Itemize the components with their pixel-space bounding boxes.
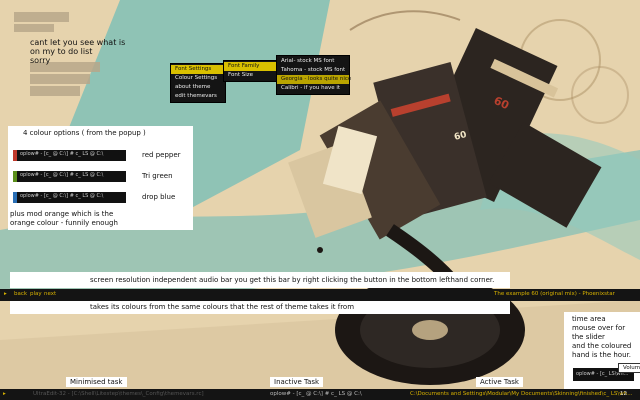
colour-option-label: red pepper — [142, 151, 181, 159]
menu-item-font-size[interactable]: Font Size — [224, 71, 276, 80]
menu-item-edit-themevars[interactable]: edit themevars — [171, 92, 225, 101]
audio-desc-text: screen resolution independent audio bar … — [90, 276, 495, 284]
volume-tooltip: Volume — [618, 363, 640, 373]
menu-item-about-theme[interactable]: about theme — [171, 83, 225, 92]
note-line: sorry — [30, 56, 51, 65]
media-indicator: ▸ — [4, 291, 7, 297]
task-minimised[interactable]: UltraEdit-32 - [C:\Shell\Litestep\themes… — [33, 391, 204, 397]
accent-swatch — [13, 171, 17, 182]
time-note-line: time area — [572, 315, 606, 323]
todo-note: cant let you see what is on my to do lis… — [30, 38, 125, 65]
bar-text: oplow# - [c_ @ C:\] # c_ LS @ C:\ — [20, 193, 104, 199]
blurred-block — [14, 24, 54, 32]
colour-bar-blue: oplow# - [c_ @ C:\] # c_ LS @ C:\ — [13, 192, 126, 203]
task-inactive[interactable]: oplow# - [c_ @ C:\] # c_ LS @ C:\ — [270, 391, 362, 397]
menu-item-georgia[interactable]: Georgia - looks quite nice — [277, 75, 351, 84]
note-line: cant let you see what is — [30, 38, 126, 47]
colour-option-label: drop blue — [142, 193, 176, 201]
colour-bar-green: oplow# - [c_ @ C:\] # c_ LS @ C:\ — [13, 171, 126, 182]
accent-swatch — [13, 192, 17, 203]
accent-swatch — [13, 150, 17, 161]
start-indicator[interactable]: ▸ — [3, 391, 6, 397]
play-button[interactable]: play — [30, 291, 42, 297]
audio-desc-text: takes its colours from the same colours … — [90, 303, 355, 311]
blurred-block — [14, 12, 69, 22]
blurred-block — [30, 86, 80, 96]
clock[interactable]: 12 — [620, 391, 627, 397]
menu-item-colour-settings[interactable]: Colour Settings — [171, 74, 225, 83]
menu-item-tahoma[interactable]: Tahoma - stock MS font — [277, 66, 349, 75]
bar-text: oplow# - [c_ @ C:\] # c_ LS @ C:\ — [20, 172, 104, 178]
colour-panel-footer: orange colour - funnily enough — [10, 219, 118, 227]
note-line: on my to do list — [30, 47, 93, 56]
audio-media-bar: ▸ back play next The example 60 (origina… — [0, 289, 640, 301]
next-button[interactable]: next — [44, 291, 56, 297]
audio-desc-bottom: takes its colours from the same colours … — [10, 301, 510, 314]
task-active[interactable]: C:\Documents and Settings\Modular\My Doc… — [410, 391, 632, 397]
colour-option-label: Tri green — [142, 172, 173, 180]
bar-text: oplow# - [c_ @ C:\] # c_ LS @ C:\ — [20, 151, 104, 157]
menu-item-calibri[interactable]: Calibri - if you have it — [277, 84, 349, 93]
taskbar: ▸ UltraEdit-32 - [C:\Shell\Litestep\them… — [0, 389, 640, 400]
context-menu-main: Font Settings Colour Settings about them… — [170, 63, 226, 103]
callout-inactive-task: Inactive Task — [270, 377, 324, 387]
track-title: The example 60 (original mix) - Phoenixs… — [494, 291, 615, 297]
time-note-line: hand is the hour. — [572, 351, 631, 359]
callout-minimised-task: Minimised task — [66, 377, 127, 387]
menu-item-arial[interactable]: Arial- stock MS font — [277, 57, 349, 66]
context-menu-family: Arial- stock MS font Tahoma - stock MS f… — [276, 55, 351, 95]
colour-panel-heading: 4 colour options ( from the popup ) — [23, 129, 146, 137]
colour-panel-footer: plus mod orange which is the — [10, 210, 114, 218]
back-button[interactable]: back — [14, 291, 27, 297]
context-menu-font: Font Family Font Size — [223, 60, 277, 82]
blurred-block — [30, 74, 90, 84]
time-area-panel: time area mouse over for the slider and … — [564, 312, 640, 389]
audio-desc-top: screen resolution independent audio bar … — [10, 272, 510, 288]
colour-bar-red: oplow# - [c_ @ C:\] # c_ LS @ C:\ — [13, 150, 126, 161]
menu-item-font-settings[interactable]: Font Settings — [171, 65, 225, 74]
time-note-line: and the coloured — [572, 342, 632, 350]
colour-options-panel: 4 colour options ( from the popup ) oplo… — [8, 126, 193, 230]
menu-item-font-family[interactable]: Font Family — [224, 62, 276, 71]
time-note-line: the slider — [572, 333, 605, 341]
callout-active-task: Active Task — [476, 377, 523, 387]
time-note-line: mouse over for — [572, 324, 626, 332]
